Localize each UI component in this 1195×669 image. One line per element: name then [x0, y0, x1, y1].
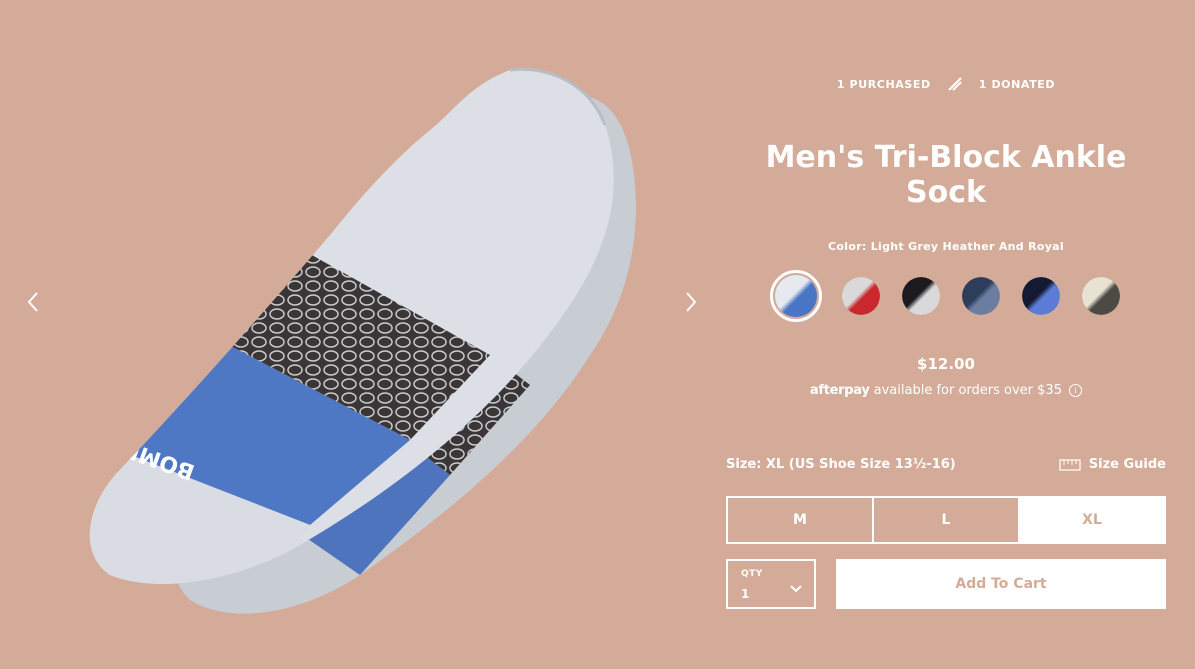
color-swatches [770, 270, 1122, 322]
size-guide-label: Size Guide [1088, 457, 1166, 472]
qty-value: 1 [741, 587, 750, 601]
size-option-xl[interactable]: XL [1020, 498, 1164, 542]
chevron-down-icon [790, 585, 802, 593]
color-label: Color: Light Grey Heather And Royal [828, 240, 1064, 253]
swatch-fill [842, 277, 880, 315]
swatch-fill [902, 277, 940, 315]
afterpay-message: afterpay available for orders over $35 i [726, 383, 1166, 398]
size-selector: M L XL [726, 496, 1166, 544]
swatch-light-grey-royal[interactable] [770, 270, 822, 322]
swatch-navy-blue[interactable] [1020, 275, 1062, 317]
swatch-fill [962, 277, 1000, 315]
swatch-fill [775, 275, 817, 317]
slash-icon [948, 77, 962, 91]
size-label: Size: XL (US Shoe Size 13½-16) [726, 457, 956, 472]
info-icon[interactable]: i [1069, 384, 1083, 397]
product-image: BOMBAS [89, 67, 636, 614]
size-option-m[interactable]: M [728, 498, 874, 542]
swatch-navy-heather[interactable] [960, 275, 1002, 317]
qty-label: QTY [741, 569, 763, 579]
ruler-icon [1059, 458, 1081, 471]
swatch-fill [1022, 277, 1060, 315]
product-gallery: BOMBAS [0, 0, 725, 669]
size-guide-link[interactable]: Size Guide [1059, 457, 1166, 472]
swatch-black-white[interactable] [900, 275, 942, 317]
size-header: Size: XL (US Shoe Size 13½-16) Size Guid… [726, 457, 1166, 472]
chevron-left-icon [27, 292, 38, 312]
impact-counter: 1 PURCHASED 1 DONATED [726, 76, 1166, 92]
swatch-grey-red[interactable] [840, 275, 882, 317]
swatch-fill [1082, 277, 1120, 315]
quantity-select[interactable]: QTY 1 [726, 559, 816, 609]
price: $12.00 [917, 355, 975, 373]
swatch-cream-charcoal[interactable] [1080, 275, 1122, 317]
prev-image-button[interactable] [20, 288, 46, 316]
purchased-count: 1 PURCHASED [836, 77, 931, 91]
donated-count: 1 DONATED [978, 77, 1056, 91]
chevron-right-icon [686, 292, 697, 312]
add-to-cart-button[interactable]: Add To Cart [836, 559, 1166, 609]
next-image-button[interactable] [678, 288, 704, 316]
product-title: Men's Tri-Block Ankle Sock [765, 140, 1127, 210]
size-option-l[interactable]: L [874, 498, 1020, 542]
afterpay-logo: afterpay [809, 383, 870, 398]
afterpay-text: available for orders over $35 [873, 383, 1062, 398]
